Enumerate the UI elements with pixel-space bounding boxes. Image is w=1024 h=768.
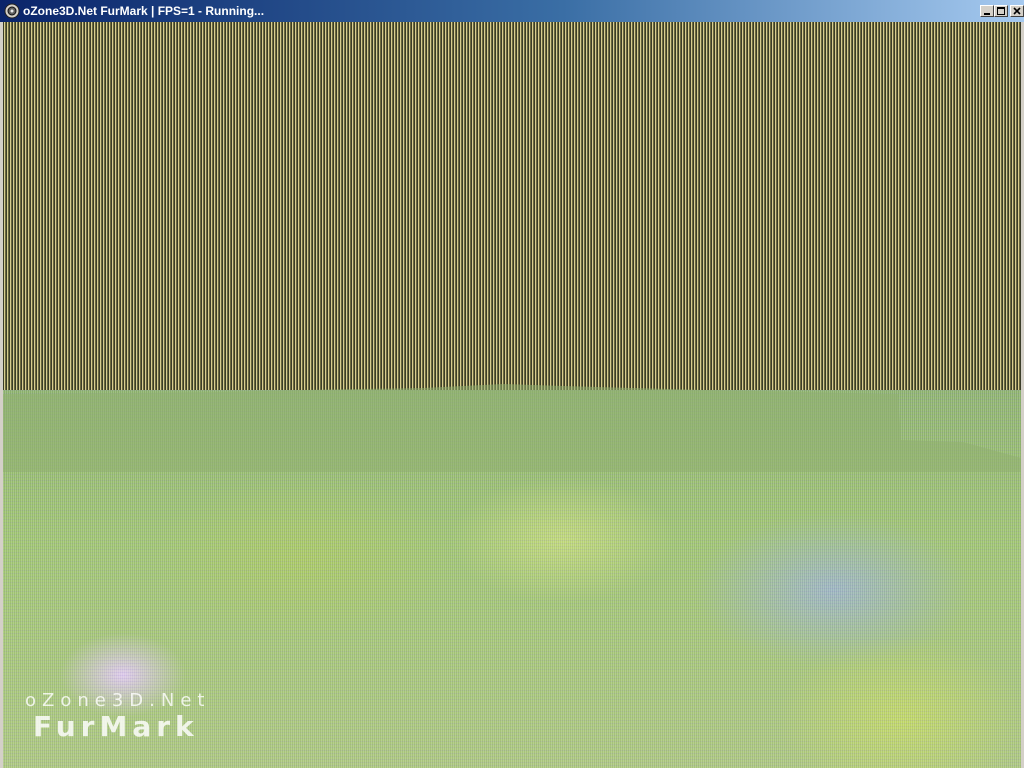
furmark-watermark: oZone3D.Net FurMark [25,690,325,768]
close-button[interactable] [1010,5,1024,17]
minimize-button[interactable] [980,5,994,17]
close-icon [1013,7,1021,15]
window-title: oZone3D.Net FurMark | FPS=1 - Running... [23,4,265,18]
title-bar[interactable]: oZone3D.Net FurMark | FPS=1 - Running... [0,0,1024,22]
watermark-ozone3d: oZone3D.Net [25,690,211,711]
maximize-button[interactable] [994,5,1008,17]
horizon-line [3,384,1021,472]
minimize-icon [984,13,990,15]
watermark-furmark: FurMark [33,710,199,743]
render-viewport[interactable]: oZone3D.Net FurMark [3,22,1021,768]
app-icon[interactable] [4,3,20,19]
furmark-window: oZone3D.Net FurMark | FPS=1 - Running... [0,0,1024,768]
maximize-icon [997,7,1005,15]
